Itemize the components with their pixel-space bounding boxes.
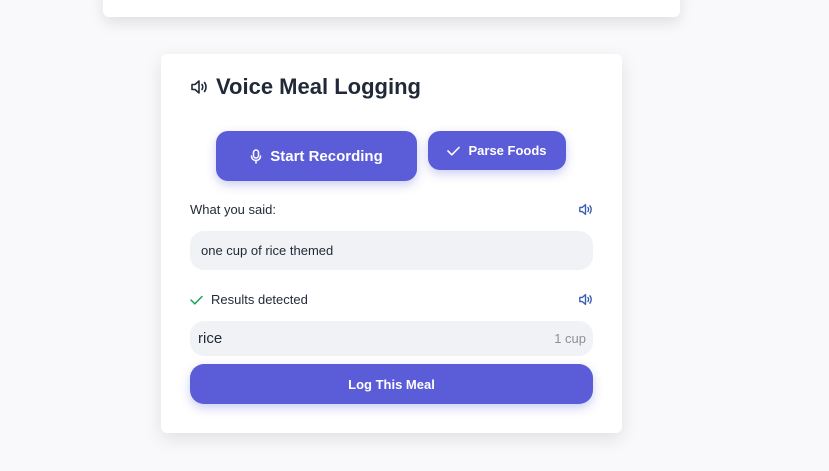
start-recording-label: Start Recording — [270, 147, 383, 165]
speaker-icon[interactable] — [578, 293, 593, 306]
microphone-icon — [250, 148, 262, 164]
food-name: rice — [198, 330, 223, 347]
check-icon — [447, 146, 461, 156]
parse-foods-button[interactable]: Parse Foods — [428, 131, 566, 170]
speaker-icon — [190, 79, 208, 95]
transcript-text: one cup of rice themed — [201, 243, 334, 258]
speaker-icon[interactable] — [578, 203, 593, 216]
results-label-row: Results detected — [190, 292, 593, 307]
previous-card — [103, 0, 680, 17]
start-recording-button[interactable]: Start Recording — [216, 131, 417, 181]
transcript-label: What you said: — [190, 202, 276, 217]
card-header: Voice Meal Logging — [190, 74, 421, 100]
food-quantity: 1 cup — [554, 331, 586, 346]
parse-foods-label: Parse Foods — [468, 143, 547, 158]
log-meal-label: Log This Meal — [348, 376, 435, 392]
transcript-field[interactable]: one cup of rice themed — [190, 231, 593, 270]
check-icon — [190, 295, 203, 305]
food-result-item[interactable]: rice 1 cup — [190, 321, 593, 356]
transcript-label-row: What you said: — [190, 202, 593, 217]
results-label: Results detected — [211, 292, 308, 307]
log-meal-button[interactable]: Log This Meal — [190, 364, 593, 404]
voice-meal-logging-card: Voice Meal Logging Start Recording Parse… — [161, 54, 622, 433]
card-title: Voice Meal Logging — [216, 74, 421, 99]
